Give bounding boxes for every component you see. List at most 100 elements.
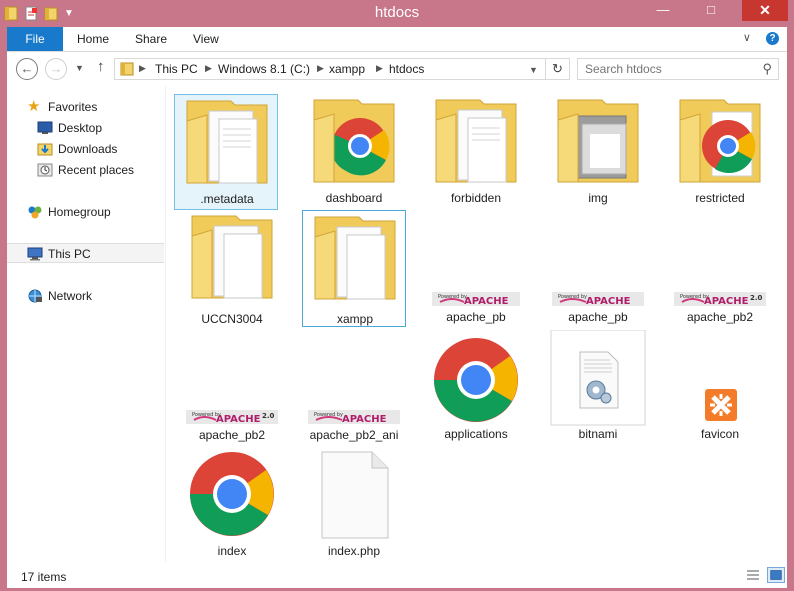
item-name: apache_pb2_ani (309, 428, 399, 442)
crumb-drive[interactable]: Windows 8.1 (C:) (218, 62, 310, 76)
item-name: favicon (700, 427, 740, 441)
file-list: .metadata dashboard forbidden img restri… (166, 86, 787, 562)
nav-favorites[interactable]: ★ Favorites (7, 97, 164, 117)
item-name: index.php (327, 544, 381, 558)
details-view-icon[interactable] (744, 567, 762, 583)
folder-item[interactable]: xampp (302, 210, 406, 327)
nav-label: Favorites (48, 100, 98, 114)
close-button[interactable]: ✕ (742, 0, 788, 21)
image-item[interactable]: Powered by APACHE apache_pb2_ani (302, 404, 406, 446)
folder-chrome-icon (679, 99, 761, 183)
file-item[interactable]: favicon (668, 330, 772, 446)
nav-network[interactable]: Network (7, 286, 164, 306)
shortcut-item[interactable]: index (180, 448, 284, 564)
back-button[interactable]: ← (16, 58, 38, 80)
chevron-right-icon[interactable]: ▶ (376, 63, 383, 74)
minimize-button[interactable]: — (648, 0, 678, 21)
recent-locations-icon[interactable]: ▼ (75, 63, 84, 73)
file-item[interactable]: index.php (302, 448, 406, 564)
nav-this-pc[interactable]: This PC (7, 243, 164, 263)
item-name: UCCN3004 (201, 312, 263, 326)
forward-button[interactable]: → (45, 58, 67, 80)
folder-item[interactable]: .metadata (174, 94, 278, 210)
svg-text:APACHE: APACHE (216, 414, 261, 424)
chevron-down-icon[interactable]: ▼ (529, 65, 538, 75)
nav-desktop[interactable]: Desktop (7, 118, 164, 138)
crumb-xampp[interactable]: xampp (329, 62, 365, 76)
nav-homegroup[interactable]: Homegroup (7, 202, 164, 222)
nav-label: Downloads (58, 142, 118, 156)
item-name: forbidden (450, 191, 502, 205)
item-name: bitnami (578, 427, 618, 441)
tab-view[interactable]: View (193, 27, 219, 51)
maximize-button[interactable]: □ (696, 0, 726, 21)
recent-places-icon (37, 163, 53, 177)
tab-home[interactable]: Home (77, 27, 109, 51)
image-item[interactable]: Powered by APACHE 2.0 apache_pb2 (180, 404, 284, 446)
crumb-htdocs[interactable]: htdocs (389, 62, 424, 76)
item-name: restricted (695, 191, 745, 205)
folder-item[interactable]: img (546, 94, 650, 210)
svg-text:APACHE: APACHE (704, 296, 749, 306)
apache-banner-icon: Powered by APACHE (308, 410, 400, 424)
expand-ribbon-icon[interactable]: ∨ (743, 32, 751, 44)
explorer-window: ▼ htdocs — □ ✕ File Home Share View ∨ ? … (0, 0, 794, 591)
tab-share[interactable]: Share (135, 27, 167, 51)
search-icon[interactable]: ⚲ (762, 61, 772, 77)
up-icon[interactable]: ↑ (97, 58, 105, 75)
ribbon-controls: ∨ ? (743, 31, 779, 45)
status-bar: 17 items (7, 562, 787, 588)
item-name: applications (444, 427, 508, 441)
item-name: apache_pb2 (686, 310, 754, 324)
chevron-right-icon[interactable]: ▶ (205, 63, 212, 74)
file-item[interactable]: bitnami (546, 330, 650, 446)
folder-item[interactable]: dashboard (302, 94, 406, 210)
image-item[interactable]: Powered by APACHE apache_pb (424, 286, 528, 328)
item-name: index (217, 544, 247, 558)
address-bar[interactable]: ▶ This PC ▶ Windows 8.1 (C:) ▶ xampp ▶ h… (114, 58, 546, 80)
chrome-icon (190, 452, 274, 536)
chevron-right-icon[interactable]: ▶ (139, 63, 146, 74)
item-name: img (588, 191, 608, 205)
apache-banner-2-icon: Powered by APACHE 2.0 (674, 292, 766, 306)
tab-file[interactable]: File (7, 27, 63, 51)
image-item[interactable]: Powered by APACHE apache_pb (546, 286, 650, 328)
help-icon[interactable]: ? (766, 32, 779, 45)
folder-icon (186, 100, 268, 184)
nav-label: This PC (48, 247, 91, 261)
folder-item[interactable]: forbidden (424, 94, 528, 210)
crumb-this-pc[interactable]: This PC (155, 62, 198, 76)
svg-text:2.0: 2.0 (750, 294, 763, 302)
item-count: 17 items (21, 570, 67, 584)
search-input[interactable] (585, 61, 755, 77)
image-item[interactable]: Powered by APACHE 2.0 apache_pb2 (668, 286, 772, 328)
item-name: .metadata (200, 192, 254, 206)
folder-icon (120, 62, 134, 76)
xampp-icon (705, 389, 737, 421)
folder-icon (191, 215, 273, 299)
address-row: ← → ▼ ↑ ▶ This PC ▶ Windows 8.1 (C:) ▶ x… (7, 52, 787, 86)
chevron-right-icon[interactable]: ▶ (317, 63, 324, 74)
folder-item[interactable]: UCCN3004 (180, 210, 284, 326)
config-file-icon (550, 330, 646, 426)
search-box[interactable]: ⚲ (577, 58, 779, 80)
homegroup-icon (28, 206, 42, 219)
desktop-icon (37, 121, 53, 134)
svg-text:APACHE: APACHE (464, 296, 509, 306)
downloads-icon (37, 143, 53, 156)
nav-recent-places[interactable]: Recent places (7, 160, 164, 180)
svg-text:2.0: 2.0 (262, 412, 275, 420)
apache-banner-icon: Powered by APACHE (552, 292, 644, 306)
nav-label: Desktop (58, 121, 103, 135)
shortcut-item[interactable]: applications (424, 330, 528, 446)
apache-banner-icon: Powered by APACHE (432, 292, 520, 306)
nav-downloads[interactable]: Downloads (7, 139, 164, 159)
item-name: xampp (336, 312, 374, 326)
nav-label: Homegroup (48, 205, 111, 219)
folder-images-icon (557, 99, 639, 183)
folder-item[interactable]: restricted (668, 94, 772, 210)
svg-text:APACHE: APACHE (342, 414, 387, 424)
refresh-button[interactable]: ↻ (546, 58, 570, 80)
chrome-icon (434, 338, 518, 422)
large-icons-view-icon[interactable] (767, 567, 785, 583)
